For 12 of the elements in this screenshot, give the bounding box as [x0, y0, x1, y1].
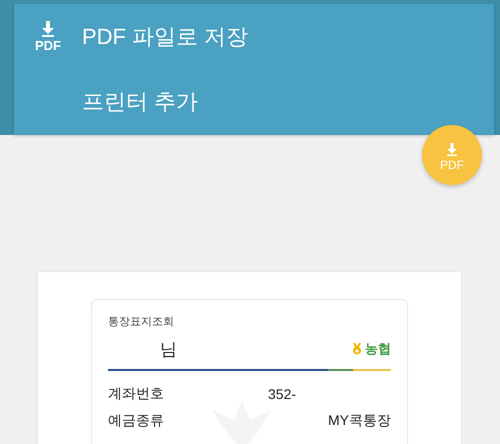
bank-logo-icon [352, 343, 362, 355]
field-label: 계좌번호 [108, 384, 164, 402]
field-value: MY콕통장 [328, 412, 391, 430]
card-title: 통장표지조회 [108, 315, 175, 329]
menu-item[interactable]: PDF 파일로 저장 [82, 22, 248, 52]
pdf-button[interactable]: PDF [422, 125, 482, 185]
download-icon [446, 142, 458, 156]
field-value: 352- [268, 386, 296, 402]
account-holder: 님 [160, 338, 177, 360]
field-label: 예금종류 [108, 412, 164, 430]
bank-name: 농협 [365, 340, 391, 358]
menu-item[interactable]: 프린터 추가 [82, 86, 198, 116]
